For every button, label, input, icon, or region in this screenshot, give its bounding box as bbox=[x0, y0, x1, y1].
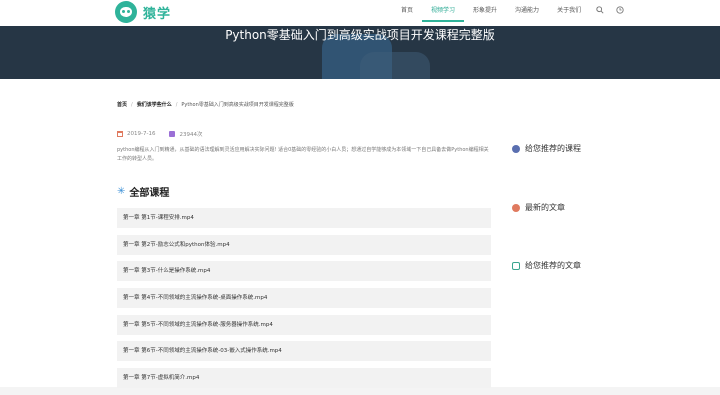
lesson-item[interactable]: 第一章 第1节-课程安排.mp4 bbox=[117, 208, 491, 228]
article-icon bbox=[512, 203, 520, 212]
eye-icon bbox=[169, 131, 176, 137]
view-count: 23944次 bbox=[179, 132, 203, 138]
nav-item-about[interactable]: 关于我们 bbox=[548, 0, 590, 22]
nav-item-home[interactable]: 首页 bbox=[392, 0, 422, 22]
section-title: ✳ 全部课程 bbox=[117, 184, 169, 199]
sidebar-heading: 给您推荐的文章 bbox=[525, 261, 581, 270]
search-icon[interactable] bbox=[596, 6, 604, 14]
sidebar-latest-articles[interactable]: 最新的文章 bbox=[512, 202, 565, 213]
section-title-text: 全部课程 bbox=[129, 188, 170, 199]
logo-text: 猿学 bbox=[143, 6, 172, 22]
lesson-item[interactable]: 第一章 第7节-虚拟机简介.mp4 bbox=[117, 368, 491, 389]
sidebar-heading: 给您推荐的课程 bbox=[525, 144, 581, 153]
sparkle-icon: ✳ bbox=[117, 186, 126, 197]
course-meta: 2019-7-16 23944次 bbox=[117, 130, 202, 138]
python-logo-decoration-2 bbox=[360, 52, 430, 79]
sidebar-heading: 最新的文章 bbox=[525, 203, 565, 212]
calendar-icon bbox=[117, 131, 123, 137]
breadcrumb-separator: / bbox=[175, 101, 178, 108]
course-banner: Python零基础入门到高级实战项目开发课程完整版 bbox=[0, 22, 720, 79]
lesson-item[interactable]: 第一章 第2节-励志公式和python体验.mp4 bbox=[117, 234, 491, 255]
sidebar-recommended-articles[interactable]: 给您推荐的文章 bbox=[512, 260, 581, 271]
breadcrumb-home[interactable]: 首页 bbox=[117, 101, 127, 108]
publish-date: 2019-7-16 bbox=[127, 131, 156, 137]
nav-item-image[interactable]: 形象提升 bbox=[464, 0, 506, 22]
lesson-item[interactable]: 第一章 第3节-什么是操作系统.mp4 bbox=[117, 261, 491, 282]
main-nav: 首页 视频学习 形象提升 沟通能力 关于我们 bbox=[392, 0, 590, 22]
clock-icon[interactable] bbox=[616, 6, 624, 14]
nav-item-communication[interactable]: 沟通能力 bbox=[506, 0, 548, 22]
lesson-item[interactable]: 第一章 第4节-不同领域的主流操作系统-桌面操作系统.mp4 bbox=[117, 288, 491, 309]
lesson-item[interactable]: 第一章 第6节-不同领域的主流操作系统-03-嵌入式操作系统.mp4 bbox=[117, 341, 491, 362]
breadcrumb-current: Python零基础入门到高级实战项目开发课程完整版 bbox=[181, 102, 294, 108]
course-description: python编程从入门到精通，从基础的语法理解到灵活应用解决实际问题! 适合0基… bbox=[117, 147, 489, 162]
breadcrumb: 首页 / 我们该学些什么 / Python零基础入门到高级实战项目开发课程完整版 bbox=[117, 101, 294, 109]
lesson-item[interactable]: 第一章 第5节-不同领域的主流操作系统-服务器操作系统.mp4 bbox=[117, 314, 491, 335]
monkey-logo-icon bbox=[115, 1, 137, 23]
lesson-list: 第一章 第1节-课程安排.mp4 第一章 第2节-励志公式和python体验.m… bbox=[117, 208, 491, 395]
breadcrumb-category[interactable]: 我们该学些什么 bbox=[137, 101, 172, 108]
course-icon bbox=[512, 144, 520, 153]
top-navbar: 猿学 首页 视频学习 形象提升 沟通能力 关于我们 bbox=[0, 0, 720, 26]
breadcrumb-separator: / bbox=[131, 101, 133, 108]
nav-item-video[interactable]: 视频学习 bbox=[422, 0, 465, 22]
site-logo[interactable]: 猿学 bbox=[115, 1, 171, 23]
banner-title: Python零基础入门到高级实战项目开发课程完整版 bbox=[225, 28, 495, 42]
sidebar-recommended-courses[interactable]: 给您推荐的课程 bbox=[512, 143, 581, 154]
document-icon bbox=[512, 261, 520, 270]
